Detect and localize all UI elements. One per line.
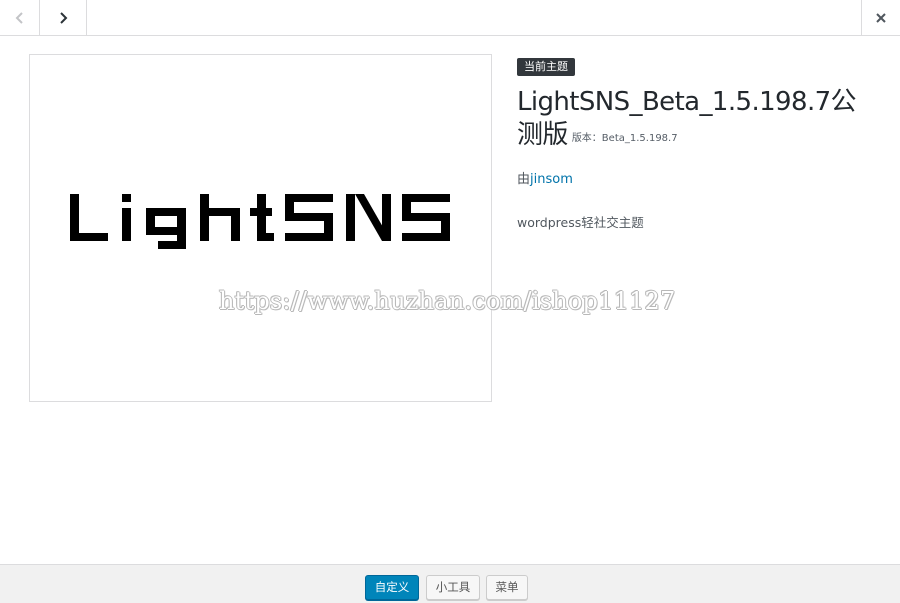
theme-screenshot	[29, 54, 492, 402]
theme-actions-bar: 自定义 小工具 菜单	[0, 564, 900, 603]
close-overlay-button[interactable]	[861, 0, 900, 35]
watermark-text: https://www.huzhan.com/ishop11127	[219, 287, 676, 315]
lightsns-logo	[70, 194, 450, 249]
close-icon	[876, 12, 886, 23]
current-theme-badge: 当前主题	[517, 58, 575, 76]
customize-button[interactable]: 自定义	[365, 575, 419, 600]
chevron-left-icon	[15, 11, 23, 24]
theme-info-panel: 当前主题 LightSNS_Beta_1.5.198.7公测版 版本：Beta_1…	[517, 55, 877, 231]
theme-overlay-header	[0, 0, 900, 36]
theme-name-heading: LightSNS_Beta_1.5.198.7公测版 版本：Beta_1.5.19…	[517, 86, 877, 155]
menus-button[interactable]: 菜单	[486, 575, 528, 600]
theme-description: wordpress轻社交主题	[517, 215, 644, 230]
author-prefix: 由	[517, 172, 531, 187]
theme-name: LightSNS_Beta_1.5.198.7公测版	[517, 87, 857, 150]
widgets-button[interactable]: 小工具	[426, 575, 480, 600]
chevron-right-icon	[60, 11, 68, 24]
theme-version: 版本：Beta_1.5.198.7	[571, 133, 678, 144]
next-theme-button[interactable]	[40, 0, 87, 35]
author-link[interactable]: jinsom	[530, 172, 573, 187]
theme-author: 由jinsom	[517, 168, 877, 187]
previous-theme-button[interactable]	[0, 0, 40, 35]
